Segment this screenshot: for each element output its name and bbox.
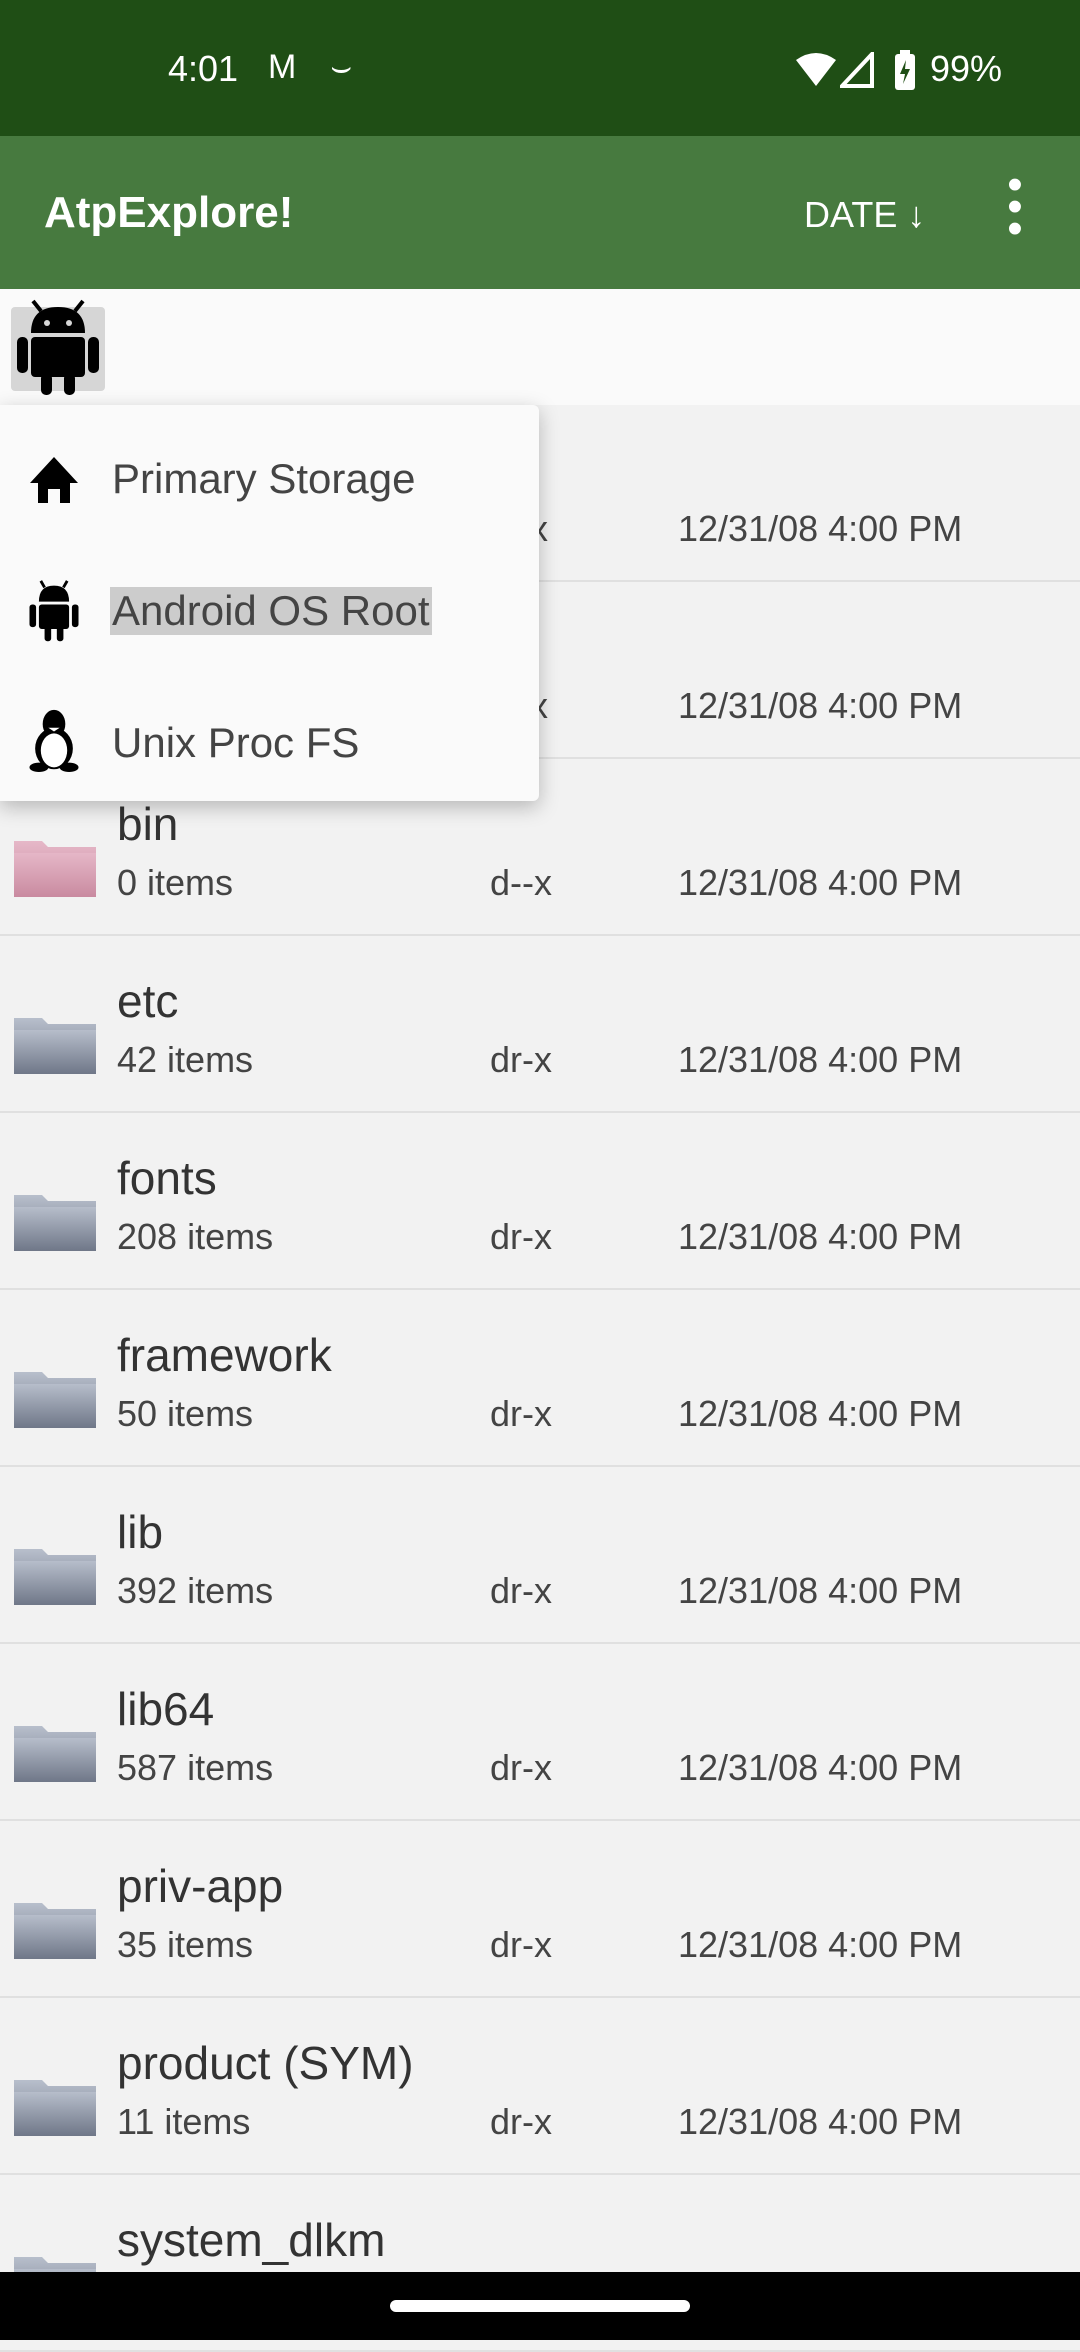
- sort-label: DATE: [804, 194, 898, 235]
- menu-item-label: Android OS Root: [110, 587, 432, 635]
- file-name: lib: [117, 1506, 164, 1558]
- file-name: etc: [117, 975, 179, 1027]
- battery-level: 99%: [930, 48, 1003, 89]
- permissions: dr-x: [490, 1570, 552, 1611]
- item-count: 50 items: [117, 1393, 254, 1434]
- permissions: dr-x: [490, 2101, 552, 2142]
- menu-item-primary-storage[interactable]: Primary Storage: [0, 413, 539, 545]
- file-name: fonts: [117, 1152, 217, 1204]
- folder-icon: [14, 2080, 96, 2136]
- permissions: dr-x: [490, 1924, 552, 1965]
- file-row[interactable]: lib 392 items dr-x 12/31/08 4:00 PM: [0, 1467, 1080, 1644]
- permissions: dr-x: [490, 1393, 552, 1434]
- navigation-bar: [0, 2272, 1080, 2340]
- tux-icon: [29, 709, 79, 773]
- folder-icon: [14, 1549, 96, 1605]
- root-selector-bar: [0, 289, 1080, 405]
- menu-item-label: Primary Storage: [112, 455, 416, 502]
- modified-date: 12/31/08 4:00 PM: [678, 2101, 963, 2142]
- menu-item-unix-proc-fs[interactable]: Unix Proc FS: [0, 677, 539, 809]
- file-name: priv-app: [117, 1860, 284, 1912]
- folder-icon: [14, 841, 96, 897]
- folder-icon: [14, 1372, 96, 1428]
- more-vert-icon[interactable]: • • •: [1000, 163, 1030, 251]
- file-name: system_dlkm: [117, 2214, 386, 2266]
- modified-date: 12/31/08 4:00 PM: [678, 1570, 963, 1611]
- wifi-icon: [796, 53, 836, 86]
- storage-menu: Primary Storage Android OS Root Unix Pro…: [0, 405, 539, 801]
- modified-date: 12/31/08 4:00 PM: [678, 1747, 963, 1788]
- file-row[interactable]: framework 50 items dr-x 12/31/08 4:00 PM: [0, 1290, 1080, 1467]
- permissions: dr-x: [490, 1216, 552, 1257]
- menu-item-android-os-root[interactable]: Android OS Root: [0, 545, 539, 677]
- item-count: 392 items: [117, 1570, 274, 1611]
- file-row[interactable]: priv-app 35 items dr-x 12/31/08 4:00 PM: [0, 1821, 1080, 1998]
- item-count: 11 items: [117, 2101, 251, 2142]
- file-name: lib64: [117, 1683, 215, 1735]
- amazon-icon: ⌣: [330, 48, 353, 86]
- file-row[interactable]: etc 42 items dr-x 12/31/08 4:00 PM: [0, 936, 1080, 1113]
- modified-date: 12/31/08 4:00 PM: [678, 1924, 963, 1965]
- item-count: 587 items: [117, 1747, 274, 1788]
- modified-date: 12/31/08 4:00 PM: [678, 508, 963, 549]
- file-row[interactable]: product (SYM) 11 items dr-x 12/31/08 4:0…: [0, 1998, 1080, 2175]
- battery-charging-icon: [895, 50, 915, 90]
- app-bar: AtpExplore! DATE ↓ • • •: [0, 136, 1080, 289]
- home-icon: [30, 457, 78, 503]
- folder-icon: [14, 1903, 96, 1959]
- item-count: 208 items: [117, 1216, 274, 1257]
- app-title: AtpExplore!: [44, 188, 294, 237]
- android-icon: [29, 580, 79, 642]
- item-count: 0 items: [117, 862, 234, 903]
- android-icon: [17, 299, 99, 395]
- arrow-down-icon: ↓: [897, 194, 926, 235]
- modified-date: 12/31/08 4:00 PM: [678, 862, 963, 903]
- file-name: product (SYM): [117, 2037, 414, 2089]
- sort-date-button[interactable]: DATE ↓: [804, 194, 925, 236]
- signal-icon: [840, 52, 874, 88]
- permissions: d--x: [490, 862, 552, 903]
- modified-date: 12/31/08 4:00 PM: [678, 1039, 963, 1080]
- modified-date: 12/31/08 4:00 PM: [678, 1393, 963, 1434]
- permissions: dr-x: [490, 1039, 552, 1080]
- permissions: dr-x: [490, 1747, 552, 1788]
- file-row[interactable]: fonts 208 items dr-x 12/31/08 4:00 PM: [0, 1113, 1080, 1290]
- file-name: framework: [117, 1329, 332, 1381]
- file-row[interactable]: lib64 587 items dr-x 12/31/08 4:00 PM: [0, 1644, 1080, 1821]
- home-gesture-handle[interactable]: [390, 2300, 690, 2312]
- item-count: 35 items: [117, 1924, 254, 1965]
- item-count: 42 items: [117, 1039, 254, 1080]
- folder-icon: [14, 1018, 96, 1074]
- status-bar: 4:01 M ⌣ 99%: [0, 0, 1080, 136]
- folder-icon: [14, 1726, 96, 1782]
- modified-date: 12/31/08 4:00 PM: [678, 685, 963, 726]
- modified-date: 12/31/08 4:00 PM: [678, 1216, 963, 1257]
- root-selector-button[interactable]: [11, 299, 105, 395]
- status-time: 4:01: [168, 48, 239, 89]
- gmail-icon: M: [268, 48, 297, 86]
- menu-item-label: Unix Proc FS: [112, 719, 360, 766]
- folder-icon: [14, 1195, 96, 1251]
